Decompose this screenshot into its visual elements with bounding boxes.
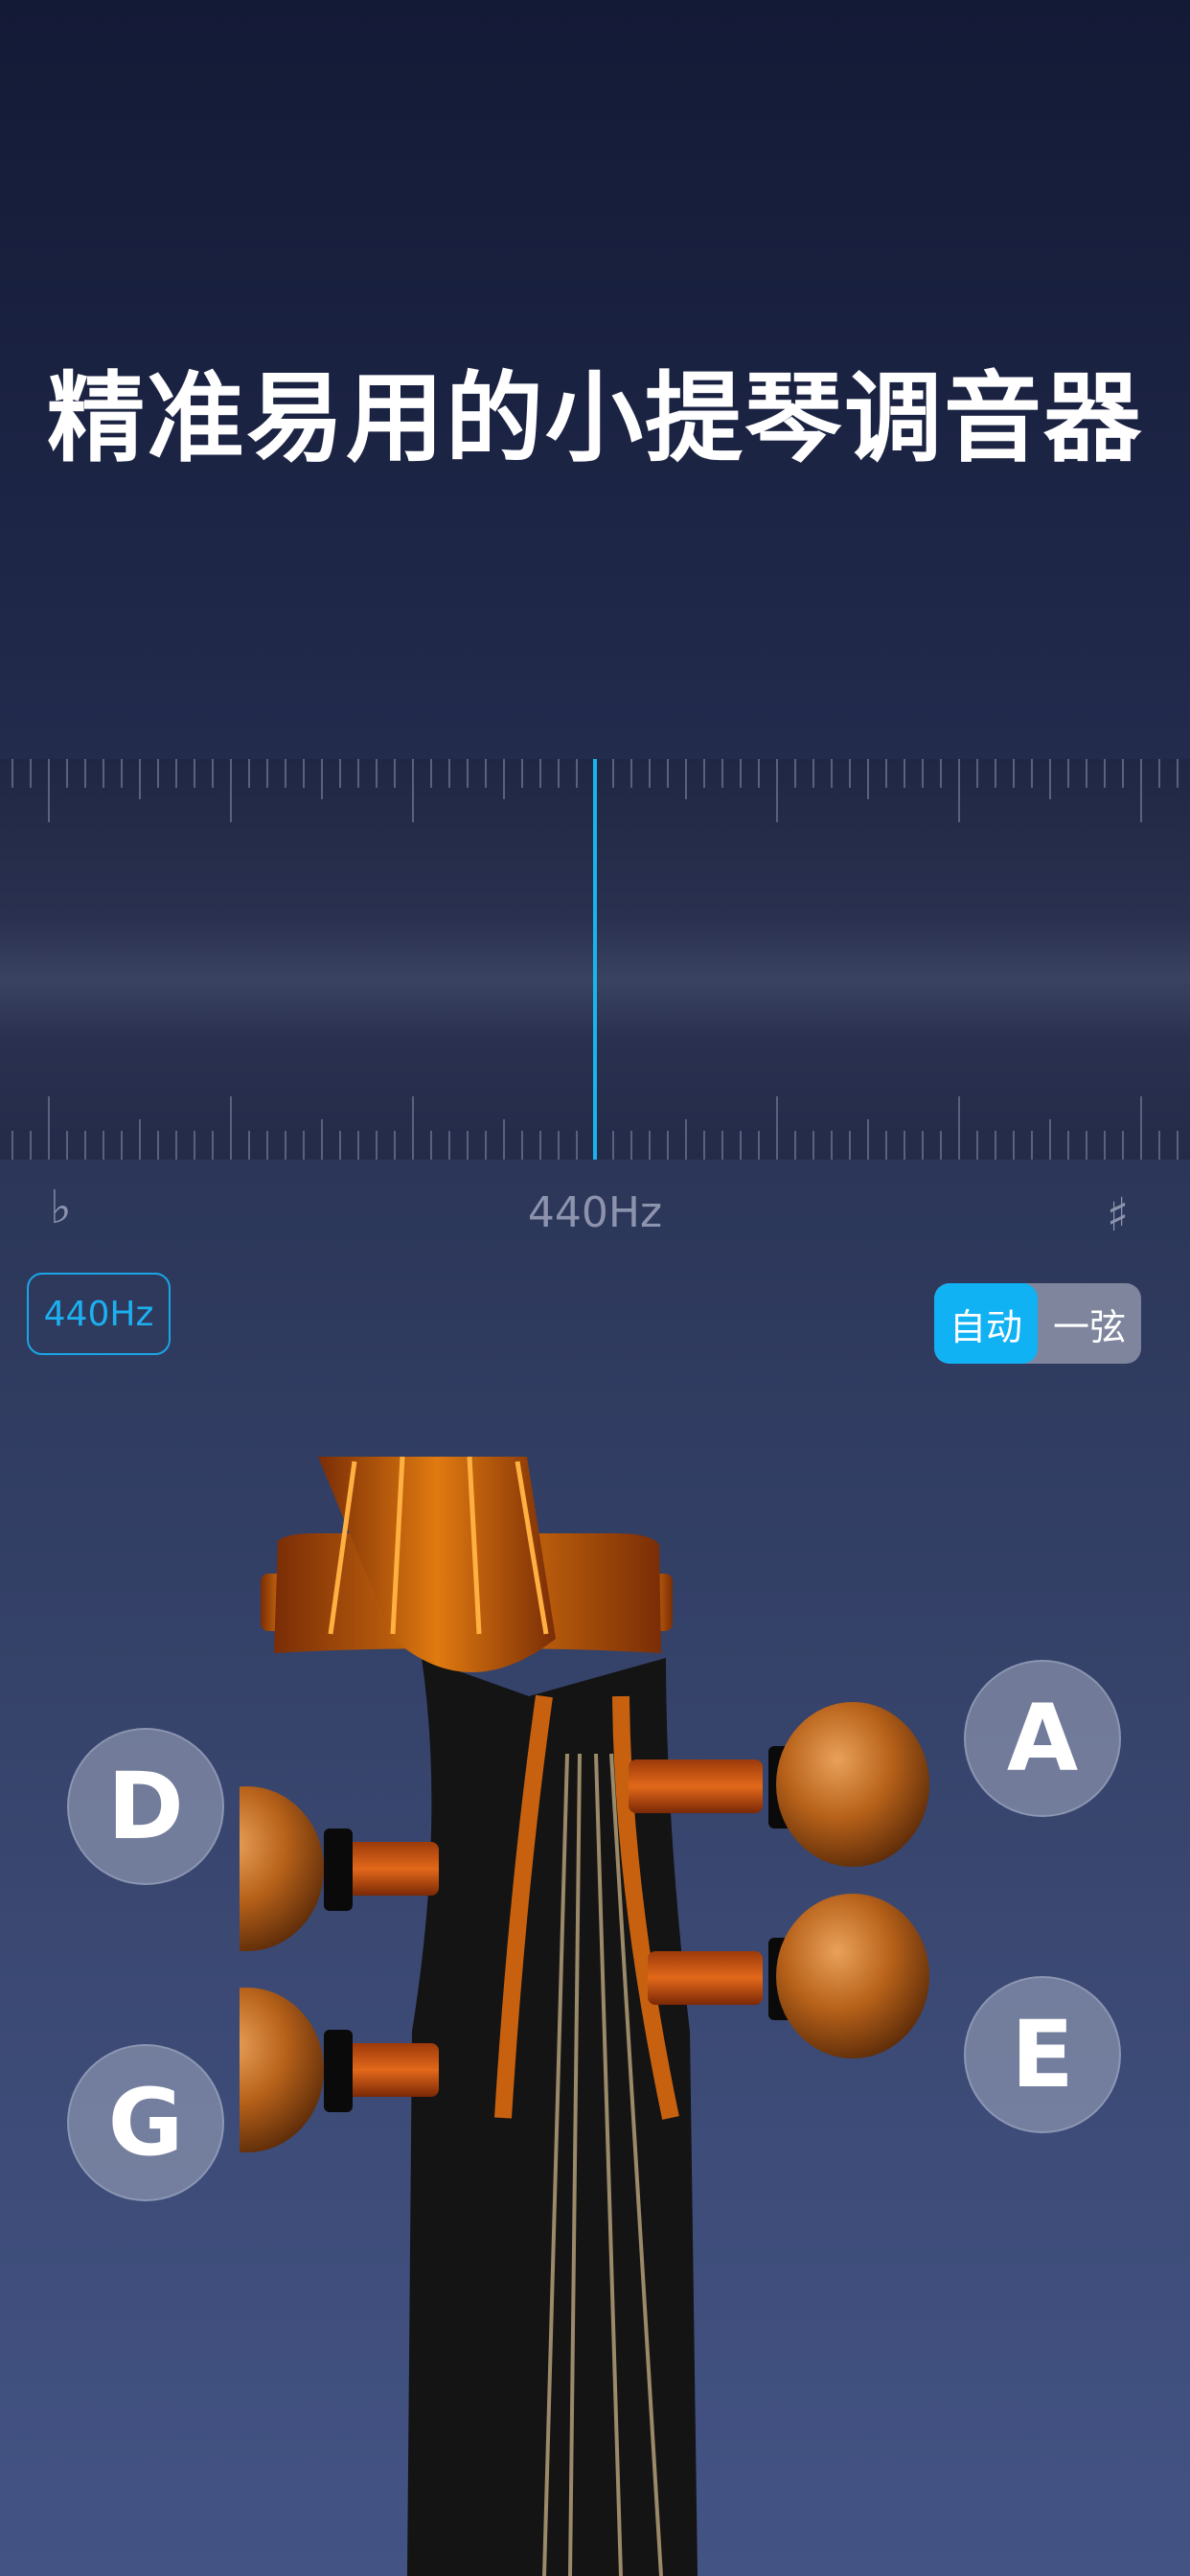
sharp-symbol: ♯ — [1107, 1188, 1130, 1242]
violin-scroll-illustration — [240, 1457, 929, 2576]
mode-toggle[interactable]: 自动 一弦 — [934, 1283, 1141, 1364]
string-button-e[interactable]: E — [964, 1976, 1121, 2133]
headline: 精准易用的小提琴调音器 — [47, 362, 1143, 476]
frequency-readout: 440Hz — [527, 1188, 663, 1237]
mode-auto-option[interactable]: 自动 — [934, 1283, 1038, 1364]
string-button-d[interactable]: D — [67, 1728, 224, 1885]
string-button-a[interactable]: A — [964, 1660, 1121, 1817]
string-button-g[interactable]: G — [67, 2044, 224, 2201]
tuning-meter — [0, 759, 1190, 1160]
reference-pitch-button[interactable]: 440Hz — [27, 1273, 171, 1355]
mode-single-string-option[interactable]: 一弦 — [1038, 1283, 1141, 1364]
meter-ticks — [11, 759, 1179, 1160]
